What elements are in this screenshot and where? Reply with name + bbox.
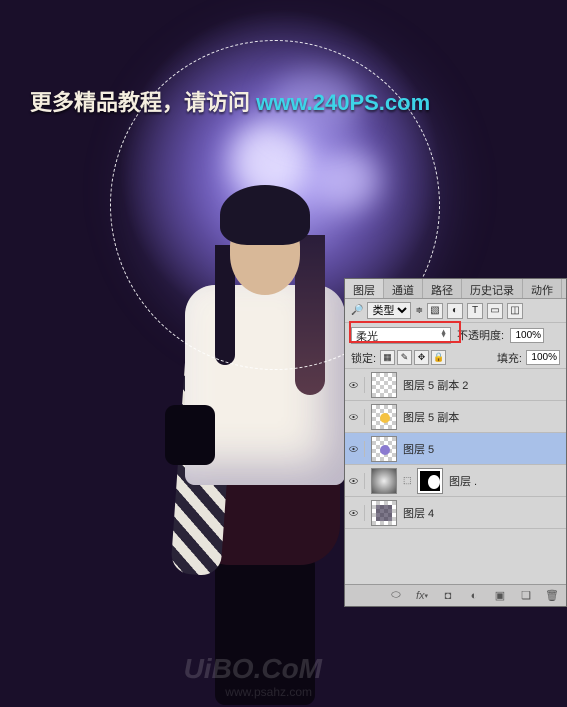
visibility-toggle[interactable] bbox=[349, 377, 365, 393]
opacity-label: 不透明度: bbox=[457, 327, 504, 343]
layer-thumbnail[interactable] bbox=[371, 404, 397, 430]
layer-thumbnail[interactable] bbox=[371, 372, 397, 398]
delete-layer-icon[interactable]: 🗑 bbox=[544, 588, 560, 604]
layer-thumbnail[interactable] bbox=[371, 468, 397, 494]
blend-mode-value: 柔光 bbox=[356, 331, 378, 343]
layer-name[interactable]: 图层 4 bbox=[403, 505, 562, 521]
filter-text-icon[interactable]: T bbox=[467, 303, 483, 319]
visibility-toggle[interactable] bbox=[349, 409, 365, 425]
promo-banner: 更多精品教程，请访问 www.240PS.com bbox=[30, 85, 540, 117]
watermark-sub: www.psahz.com bbox=[225, 685, 312, 699]
adjustment-layer-icon[interactable]: ◐ bbox=[466, 588, 482, 604]
visibility-toggle[interactable] bbox=[349, 505, 365, 521]
filter-adjust-icon[interactable]: ◐ bbox=[447, 303, 463, 319]
filter-shape-icon[interactable]: ▭ bbox=[487, 303, 503, 319]
eye-icon bbox=[349, 412, 358, 422]
add-mask-icon[interactable]: ◘ bbox=[440, 588, 456, 604]
layer-row[interactable]: ⬚ 图层 . bbox=[345, 465, 566, 497]
eye-icon bbox=[349, 476, 358, 486]
link-layers-icon[interactable]: ⬭ bbox=[388, 588, 404, 604]
visibility-toggle[interactable] bbox=[349, 473, 365, 489]
panel-tabs: 图层 通道 路径 历史记录 动作 bbox=[345, 279, 566, 299]
layers-panel: 图层 通道 路径 历史记录 动作 🔎 类型 ≑ ▧ ◐ T ▭ ◫ 柔光 不透明… bbox=[344, 278, 567, 607]
layer-mask-thumbnail[interactable] bbox=[417, 468, 443, 494]
tab-channels[interactable]: 通道 bbox=[384, 279, 423, 298]
eye-icon bbox=[349, 508, 358, 518]
filter-row: 🔎 类型 ≑ ▧ ◐ T ▭ ◫ bbox=[345, 299, 566, 323]
tab-paths[interactable]: 路径 bbox=[423, 279, 462, 298]
eye-icon bbox=[349, 444, 358, 454]
layer-name[interactable]: 图层 5 副本 bbox=[403, 409, 562, 425]
blend-row: 柔光 不透明度: bbox=[345, 323, 566, 347]
panel-footer: ⬭ fx▾ ◘ ◐ ▣ ❏ 🗑 bbox=[345, 584, 566, 606]
layer-name[interactable]: 图层 5 副本 2 bbox=[403, 377, 562, 393]
tab-history[interactable]: 历史记录 bbox=[462, 279, 523, 298]
tab-layers[interactable]: 图层 bbox=[345, 279, 384, 298]
watermark-main: UiBO.CoM bbox=[184, 653, 322, 685]
banner-url: www.240PS.com bbox=[256, 90, 430, 115]
search-icon: 🔎 bbox=[351, 305, 363, 316]
lock-label: 锁定: bbox=[351, 350, 376, 366]
filter-smart-icon[interactable]: ◫ bbox=[507, 303, 523, 319]
mask-link-icon[interactable]: ⬚ bbox=[403, 475, 411, 486]
fx-icon[interactable]: fx▾ bbox=[414, 588, 430, 604]
group-icon[interactable]: ▣ bbox=[492, 588, 508, 604]
eye-icon bbox=[349, 380, 358, 390]
opacity-input[interactable] bbox=[510, 328, 544, 343]
visibility-toggle[interactable] bbox=[349, 441, 365, 457]
tab-actions[interactable]: 动作 bbox=[523, 279, 562, 298]
layer-name[interactable]: 图层 5 bbox=[403, 441, 562, 457]
layer-row[interactable]: 图层 5 bbox=[345, 433, 566, 465]
layer-kind-select[interactable]: 类型 bbox=[367, 302, 411, 319]
lock-all-icon[interactable]: 🔒 bbox=[431, 350, 446, 365]
lock-transparent-icon[interactable]: ▦ bbox=[380, 350, 395, 365]
layer-thumbnail[interactable] bbox=[371, 500, 397, 526]
new-layer-icon[interactable]: ❏ bbox=[518, 588, 534, 604]
layer-row[interactable]: 图层 5 副本 bbox=[345, 401, 566, 433]
fill-input[interactable] bbox=[526, 350, 560, 365]
lock-position-icon[interactable]: ✥ bbox=[414, 350, 429, 365]
banner-text-cn: 更多精品教程，请访问 bbox=[30, 90, 256, 115]
layer-row[interactable]: 图层 5 副本 2 bbox=[345, 369, 566, 401]
lock-row: 锁定: ▦ ✎ ✥ 🔒 填充: bbox=[345, 347, 566, 369]
layer-thumbnail[interactable] bbox=[371, 436, 397, 462]
layers-list: 图层 5 副本 2 图层 5 副本 图层 5 ⬚ 图层 . bbox=[345, 369, 566, 579]
layer-name[interactable]: 图层 . bbox=[449, 473, 562, 489]
filter-pixel-icon[interactable]: ▧ bbox=[427, 303, 443, 319]
lock-pixels-icon[interactable]: ✎ bbox=[397, 350, 412, 365]
fill-label: 填充: bbox=[497, 350, 522, 366]
layer-row[interactable]: 图层 4 bbox=[345, 497, 566, 529]
blend-mode-select[interactable]: 柔光 bbox=[351, 327, 451, 344]
